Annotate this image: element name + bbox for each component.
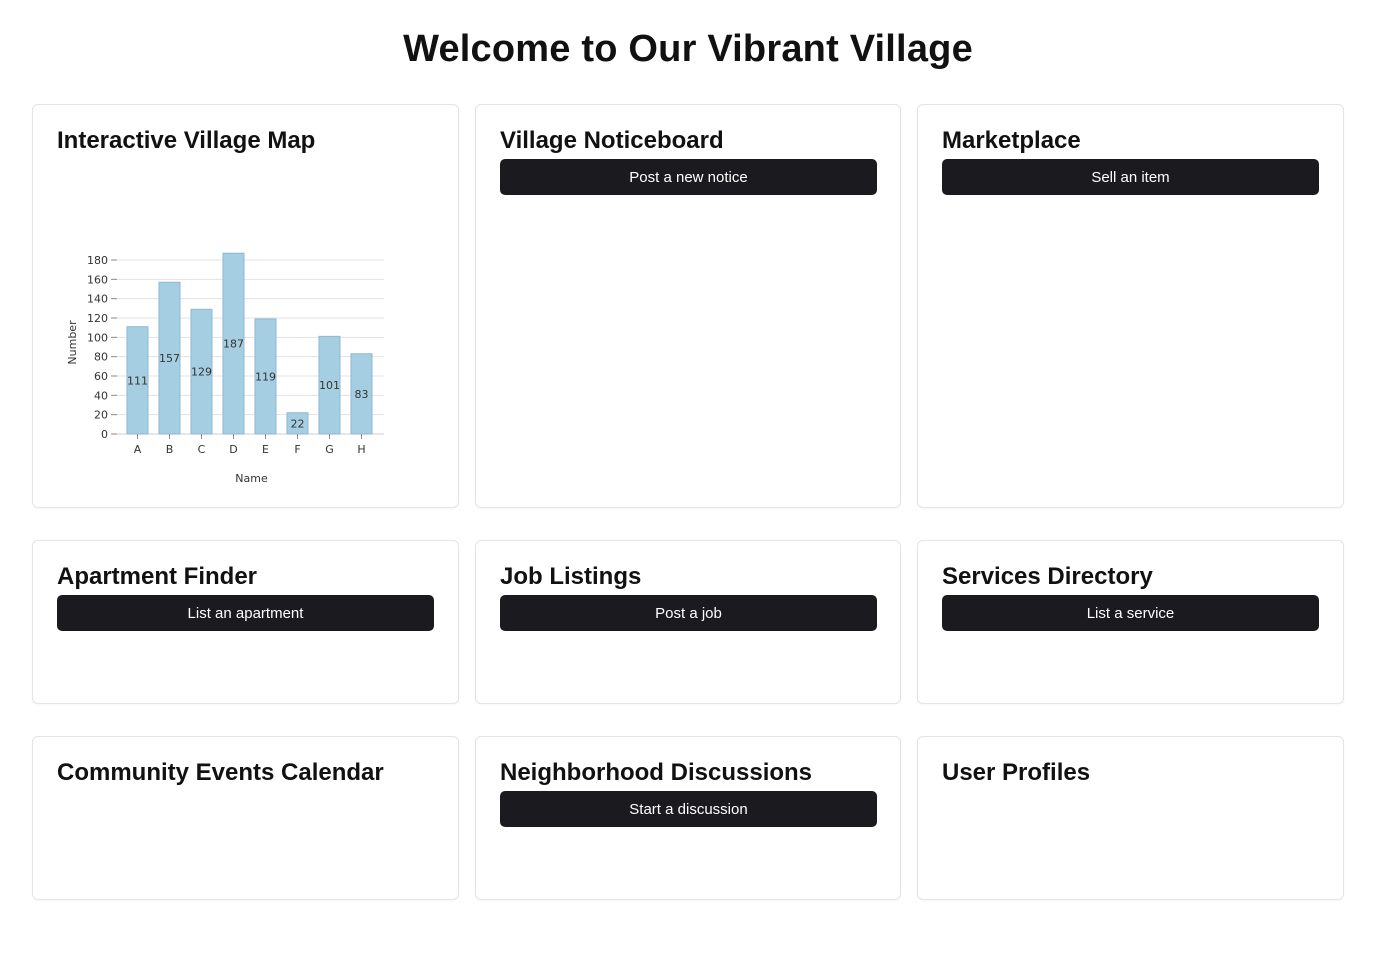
post-job-button[interactable]: Post a job (500, 595, 877, 631)
y-tick-label: 20 (94, 409, 108, 422)
card-title: Apartment Finder (57, 563, 258, 590)
page: Welcome to Our Vibrant Village Interacti… (0, 0, 1376, 964)
bar-value-label: 111 (127, 374, 148, 387)
y-tick-label: 40 (94, 389, 108, 402)
list-service-button[interactable]: List a service (942, 595, 1319, 631)
x-tick-label: H (357, 443, 365, 456)
page-title: Welcome to Our Vibrant Village (403, 28, 973, 70)
bar-value-label: 119 (255, 370, 276, 383)
card-marketplace: Marketplace Sell an item (917, 104, 1344, 508)
card-title: Job Listings (500, 563, 642, 590)
x-axis-label: Name (235, 472, 268, 485)
card-services-directory: Services Directory List a service (917, 540, 1344, 704)
sell-item-button[interactable]: Sell an item (942, 159, 1319, 195)
x-tick-label: A (134, 443, 142, 456)
list-apartment-button[interactable]: List an apartment (57, 595, 434, 631)
card-apartment-finder: Apartment Finder List an apartment (32, 540, 459, 704)
card-title: Community Events Calendar (57, 759, 384, 786)
card-village-map: Interactive Village Map 0 20 40 60 80 100 120 1… (32, 104, 459, 508)
y-tick-label: 180 (87, 254, 108, 267)
card-title: Neighborhood Discussions (500, 759, 813, 786)
x-tick-label: G (325, 443, 334, 456)
y-tick-label: 0 (101, 428, 108, 441)
post-notice-button[interactable]: Post a new notice (500, 159, 877, 195)
x-tick-label: D (229, 443, 237, 456)
bar-value-label: 157 (159, 352, 180, 365)
card-title: Village Noticeboard (500, 127, 724, 154)
bar-chart: 0 20 40 60 80 100 120 140 160 180 111 A 157 B 129 C 187 D… (66, 252, 384, 485)
card-noticeboard: Village Noticeboard Post a new notice (475, 104, 901, 508)
bar-value-label: 83 (355, 388, 369, 401)
card-events-calendar: Community Events Calendar (32, 736, 459, 900)
bar-value-label: 22 (291, 417, 305, 430)
card-user-profiles: User Profiles (917, 736, 1344, 900)
y-tick-label: 80 (94, 351, 108, 364)
bar-value-label: 129 (191, 366, 212, 379)
bar-value-label: 187 (223, 338, 244, 351)
x-tick-label: C (198, 443, 206, 456)
card-title: Marketplace (942, 127, 1081, 154)
y-tick-label: 140 (87, 293, 108, 306)
bar-value-label: 101 (319, 379, 340, 392)
card-title: Services Directory (942, 563, 1153, 590)
card-neighborhood-discussions: Neighborhood Discussions Start a discuss… (475, 736, 901, 900)
y-tick-label: 100 (87, 331, 108, 344)
y-tick-label: 60 (94, 370, 108, 383)
y-tick-label: 120 (87, 312, 108, 325)
x-tick-label: B (166, 443, 174, 456)
y-axis-label: Number (66, 320, 79, 365)
y-tick-label: 160 (87, 273, 108, 286)
x-tick-label: F (294, 443, 300, 456)
card-title: User Profiles (942, 759, 1091, 786)
start-discussion-button[interactable]: Start a discussion (500, 791, 877, 827)
card-job-listings: Job Listings Post a job (475, 540, 901, 704)
x-tick-label: E (262, 443, 269, 456)
